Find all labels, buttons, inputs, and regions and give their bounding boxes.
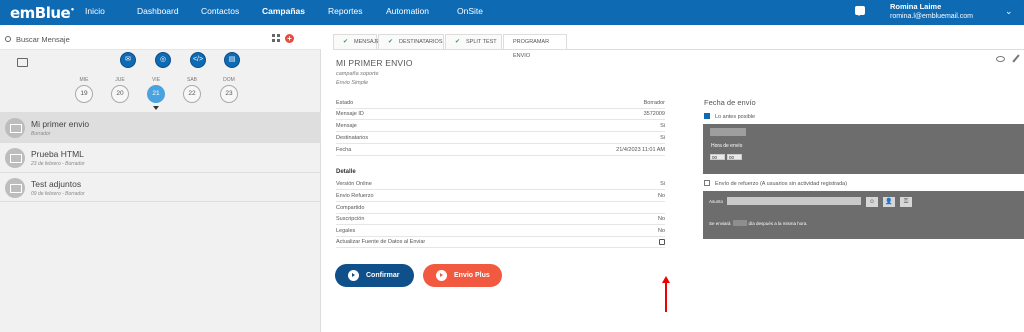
tab-divider [333,49,1024,50]
nav-automation[interactable]: Automation [386,6,429,16]
envelope-icon [5,178,25,198]
minute-select[interactable]: 00 [727,154,742,160]
message-list-item[interactable]: Test adjuntos 09 de febrero - Borrador [0,172,321,202]
detail-heading: Detalle [336,169,356,175]
emoji-icon[interactable]: ☺ [866,197,878,207]
tab-destinatarios[interactable]: DESTINATARIOS [378,34,444,49]
info-row: Destinatarios Si [336,133,665,144]
schedule-panel: Hora de envío 00 00 [703,124,1024,174]
hour-select[interactable]: 00 [710,154,725,160]
confirm-button[interactable]: Confirmar [335,264,414,287]
emblue-logo[interactable]: emBlue• [10,4,75,22]
message-list-item[interactable]: Prueba HTML 23 de febrero - Borrador [0,142,321,172]
nav-onsite[interactable]: OnSite [457,6,483,16]
chat-icon[interactable] [855,6,865,16]
tab-programar-envio[interactable]: PROGRAMAR ENVIO [503,34,567,59]
refuerzo-checkbox[interactable] [704,180,710,186]
subject-input[interactable] [727,197,861,205]
subject-label: Asunto [709,199,724,204]
chevron-down-icon[interactable]: ⌄ [1005,6,1013,17]
refuerzo-delay-text: Se enviará día después a la misma hora. [709,220,808,226]
date-picker[interactable] [710,128,746,136]
send-type: Envio Simple [336,80,369,86]
contact-lock-icon[interactable]: ⚿ [900,197,912,207]
envio-plus-button[interactable]: Envio Plus [423,264,502,287]
day-item-selected[interactable]: VIE 21 [147,77,165,110]
search-input[interactable]: Buscar Mensaje [16,35,70,44]
schedule-title: Fecha de envío [704,98,756,107]
refuerzo-panel: Asunto ☺ 👤 ⚿ Se enviará día después a la … [703,191,1024,239]
play-icon [436,270,447,281]
folder-icon[interactable] [17,58,28,67]
eye-icon[interactable] [996,56,1005,62]
user-email: romina.l@embluemail.com [890,13,973,20]
refuerzo-option[interactable]: Envío de refuerzo (A usuarios sin activi… [704,180,847,187]
top-bar: emBlue• Inicio Dashboard Contactos Campa… [0,0,1024,25]
grid-view-icon[interactable] [272,34,280,42]
add-message-icon[interactable]: + [285,34,294,43]
campaign-name: campaña soporte [336,71,379,77]
day-item[interactable]: SAB 22 [183,77,201,103]
target-filter-icon[interactable]: ◎ [155,52,171,68]
nav-reportes[interactable]: Reportes [328,6,363,16]
message-detail: MENSAJE DESTINATARIOS SPLIT TEST PROGRAM… [321,25,1024,332]
asap-option[interactable]: Lo antes posible [704,113,755,120]
envelope-icon [5,148,25,168]
user-menu[interactable]: Romina Laime romina.l@embluemail.com [890,2,973,21]
message-list-item[interactable]: Mi primer envio Borrador [0,112,321,142]
nav-dashboard[interactable]: Dashboard [137,6,179,16]
nav-campanas[interactable]: Campañas [262,6,305,16]
day-item[interactable]: DOM 23 [220,77,238,103]
info-row: Fecha 21/4/2023 11:01 AM [336,145,665,156]
edit-icon[interactable] [1012,54,1020,63]
tab-split-test[interactable]: SPLIT TEST [445,34,502,49]
annotation-arrow [665,282,667,312]
info-row: Mensaje ID 3572009 [336,109,665,120]
code-filter-icon[interactable]: </> [190,52,206,68]
day-item[interactable]: JUE 20 [111,77,129,103]
annotation-arrow-head [662,276,670,283]
detail-row: Legales No [336,226,665,237]
search-icon [5,36,11,42]
nav-inicio[interactable]: Inicio [85,6,105,16]
delay-days-input[interactable] [732,220,747,226]
detail-row: Envio Refuerzo No [336,191,665,202]
detail-row: Actualizar Fuente de Datos al Enviar [336,237,665,248]
update-datasource-checkbox[interactable] [659,239,665,245]
message-sidebar: Buscar Mensaje + ✉ ◎ </> ▤ MIE 19 JUE 20 V… [0,25,321,332]
detail-row: Versión Online Si [336,179,665,190]
asap-checkbox[interactable] [704,113,710,119]
info-row: Mensaje Si [336,121,665,132]
envelope-icon [5,118,25,138]
detail-row: Compartido [336,203,665,214]
tab-mensaje[interactable]: MENSAJE [333,34,380,49]
hour-label: Hora de envío [711,143,743,149]
search-bar: Buscar Mensaje + [0,25,321,50]
message-title: MI PRIMER ENVIO [336,58,413,68]
detail-row: Suscripción No [336,214,665,225]
contact-field-icon[interactable]: 👤 [883,197,895,207]
email-filter-icon[interactable]: ✉ [120,52,136,68]
nav-contactos[interactable]: Contactos [201,6,239,16]
day-item[interactable]: MIE 19 [75,77,93,103]
sms-filter-icon[interactable]: ▤ [224,52,240,68]
play-icon [348,270,359,281]
user-name: Romina Laime [890,2,942,11]
info-row: Estado Borrador [336,98,665,109]
